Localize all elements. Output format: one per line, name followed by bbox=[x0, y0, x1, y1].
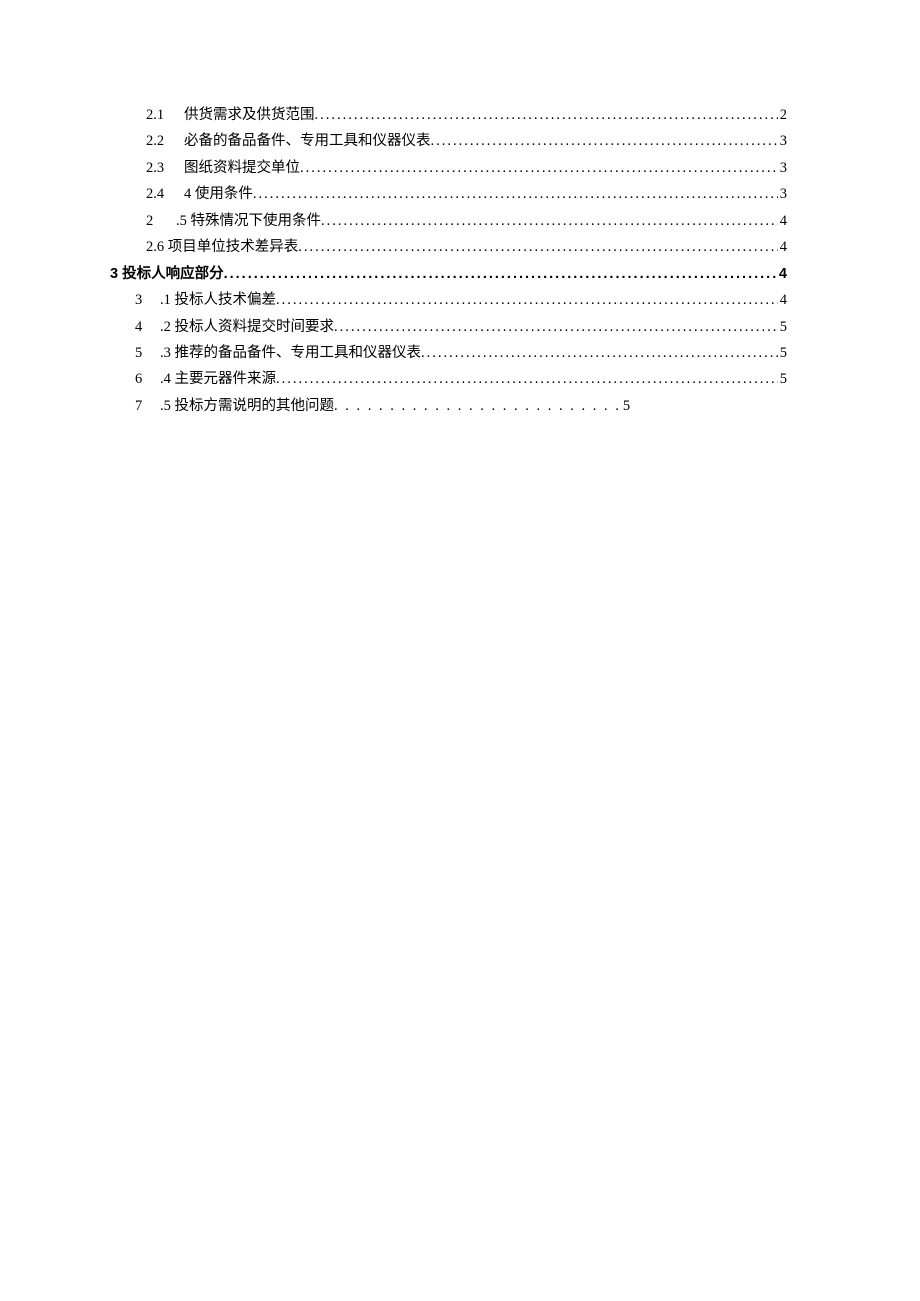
toc-entry: 3 投标人响应部分 4 bbox=[110, 267, 787, 283]
toc-leader-dots: . . . . . . . . . . . . . . . . . . . . … bbox=[334, 399, 621, 415]
toc-entry: 2.2必备的备品备件、专用工具和仪器仪表 3 bbox=[146, 134, 787, 150]
toc-entry-page: 3 bbox=[778, 187, 787, 203]
document-page: 2.1供货需求及供货范围 22.2必备的备品备件、专用工具和仪器仪表 32.3图… bbox=[0, 0, 920, 1301]
toc-leader-dots bbox=[421, 346, 778, 362]
toc-entry-page: 4 bbox=[777, 267, 787, 283]
toc-entry-number: 2.4 bbox=[146, 187, 184, 203]
toc-entry-number: 2.1 bbox=[146, 108, 184, 124]
toc-entry-page: 2 bbox=[778, 108, 787, 124]
toc-entry-label: 必备的备品备件、专用工具和仪器仪表 bbox=[184, 134, 431, 150]
toc-leader-dots bbox=[321, 214, 778, 230]
toc-leader-dots bbox=[334, 320, 778, 336]
toc-entry: 5.3 推荐的备品备件、专用工具和仪器仪表 5 bbox=[135, 346, 787, 362]
toc-leader-dots bbox=[315, 108, 778, 124]
toc-entry-label: .1 投标人技术偏差 bbox=[160, 293, 276, 309]
toc-entry-page: 3 bbox=[778, 134, 787, 150]
toc-entry-page: 4 bbox=[778, 293, 787, 309]
table-of-contents: 2.1供货需求及供货范围 22.2必备的备品备件、专用工具和仪器仪表 32.3图… bbox=[0, 108, 920, 415]
toc-leader-dots bbox=[276, 293, 778, 309]
toc-entry-label: .2 投标人资料提交时间要求 bbox=[160, 320, 334, 336]
toc-leader-dots bbox=[224, 267, 777, 283]
toc-entry-label: 供货需求及供货范围 bbox=[184, 108, 315, 124]
toc-leader-dots bbox=[276, 372, 778, 388]
toc-entry: 7.5 投标方需说明的其他问题. . . . . . . . . . . . .… bbox=[135, 399, 787, 415]
toc-leader-dots bbox=[253, 187, 778, 203]
toc-entry-number: 4 bbox=[135, 320, 160, 336]
toc-entry-page: 5 bbox=[778, 320, 787, 336]
toc-entry-number: 7 bbox=[135, 399, 160, 415]
toc-leader-dots bbox=[298, 240, 778, 256]
toc-entry: 6.4 主要元器件来源 5 bbox=[135, 372, 787, 388]
toc-entry-page: 5 bbox=[621, 399, 630, 415]
toc-leader-dots bbox=[300, 161, 778, 177]
toc-entry-label: .5 投标方需说明的其他问题 bbox=[160, 399, 334, 415]
toc-entry-page: 4 bbox=[778, 214, 787, 230]
toc-entry-number: 2.2 bbox=[146, 134, 184, 150]
toc-entry: 2.5 特殊情况下使用条件 4 bbox=[146, 214, 787, 230]
toc-entry: 2.1供货需求及供货范围 2 bbox=[146, 108, 787, 124]
toc-entry: 3.1 投标人技术偏差 4 bbox=[135, 293, 787, 309]
toc-entry: 2.6 项目单位技术差异表 4 bbox=[146, 240, 787, 256]
toc-entry-label: 3 投标人响应部分 bbox=[110, 267, 224, 283]
toc-entry-number: 6 bbox=[135, 372, 160, 388]
toc-entry-label: 图纸资料提交单位 bbox=[184, 161, 300, 177]
toc-entry: 2.44 使用条件 3 bbox=[146, 187, 787, 203]
toc-leader-dots bbox=[431, 134, 778, 150]
toc-entry-number: 2.3 bbox=[146, 161, 184, 177]
toc-entry-page: 5 bbox=[778, 346, 787, 362]
toc-entry-label: 2.6 项目单位技术差异表 bbox=[146, 240, 298, 256]
toc-entry-number: 3 bbox=[135, 293, 160, 309]
toc-entry-number: 5 bbox=[135, 346, 160, 362]
toc-entry: 4.2 投标人资料提交时间要求 5 bbox=[135, 320, 787, 336]
toc-entry-label: .4 主要元器件来源 bbox=[160, 372, 276, 388]
toc-entry-page: 5 bbox=[778, 372, 787, 388]
toc-entry: 2.3图纸资料提交单位 3 bbox=[146, 161, 787, 177]
toc-entry-page: 4 bbox=[778, 240, 787, 256]
toc-entry-number: 2 bbox=[146, 214, 176, 230]
toc-entry-label: 4 使用条件 bbox=[184, 187, 253, 203]
toc-entry-page: 3 bbox=[778, 161, 787, 177]
toc-entry-label: .5 特殊情况下使用条件 bbox=[176, 214, 321, 230]
toc-entry-label: .3 推荐的备品备件、专用工具和仪器仪表 bbox=[160, 346, 421, 362]
